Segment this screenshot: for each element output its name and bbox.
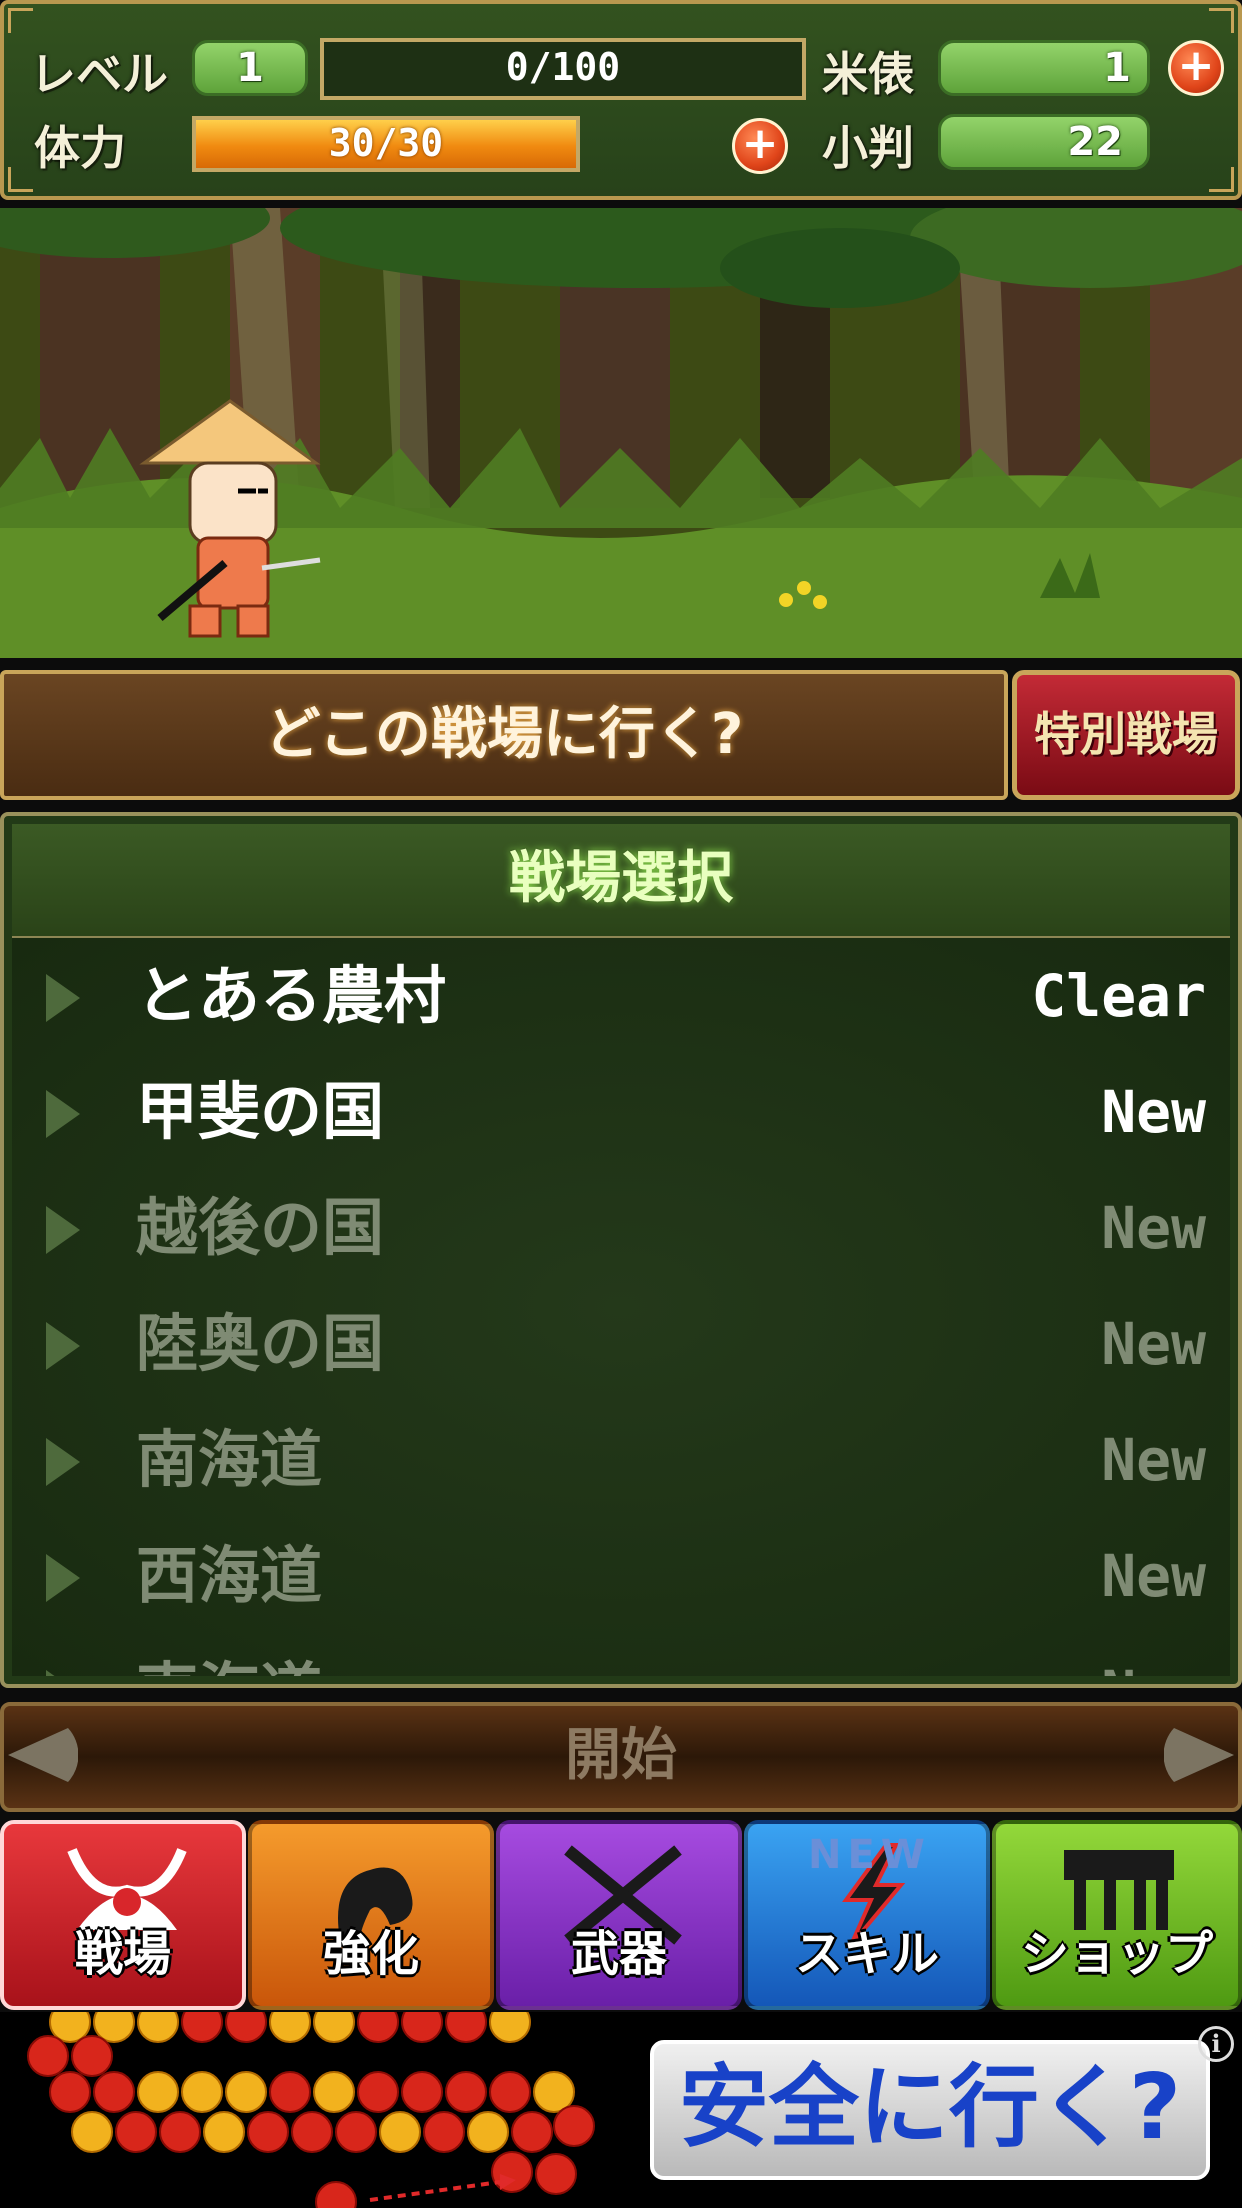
nav-battlefield[interactable]: 戦場: [0, 1820, 246, 2010]
stamina-label: 体力: [34, 121, 126, 175]
stage-name: 陸奥の国: [136, 1307, 385, 1380]
frame-corner: [8, 8, 33, 33]
nav-shop[interactable]: ショップ: [992, 1820, 1242, 2010]
stage-row: 越後の国 New: [12, 1170, 1230, 1286]
ad-call-to-action[interactable]: 安全に行く?: [650, 2040, 1210, 2180]
stage-status: New: [1101, 1078, 1206, 1146]
stage-select-panel: 戦場選択 とある農村 Clear 甲斐の国 New 越後の国 New 陸奥の国 …: [0, 812, 1242, 1688]
stage-row[interactable]: 甲斐の国 New: [12, 1054, 1230, 1170]
special-battlefield-button[interactable]: 特別戦場: [1012, 670, 1240, 800]
panel-title-bar: 戦場選択: [12, 824, 1230, 939]
ad-text: 安全に行く?: [678, 2055, 1182, 2160]
nav-weapons[interactable]: 武器: [496, 1820, 742, 2010]
level-value: 1: [192, 40, 308, 96]
stamina-bar: 30/30: [192, 116, 580, 172]
nav-label: 強化: [322, 1926, 419, 1982]
frame-corner: [1209, 8, 1234, 33]
stage-name: 西海道: [136, 1539, 323, 1612]
koban-value: 22: [938, 114, 1150, 170]
play-arrow-icon: [46, 1670, 80, 1676]
rice-label: 米俵: [822, 47, 914, 101]
ad-info-icon[interactable]: i: [1198, 2026, 1234, 2062]
play-arrow-icon: [46, 1554, 80, 1602]
add-rice-button[interactable]: +: [1168, 40, 1224, 96]
new-badge: NEW: [808, 1832, 931, 1878]
start-label: 開始: [565, 1723, 677, 1788]
ad-puzzle-artwork: [27, 2012, 595, 2208]
start-button[interactable]: 開始: [0, 1702, 1242, 1812]
exp-bar: 0/100: [320, 38, 806, 100]
nav-label: 武器: [570, 1926, 667, 1982]
stage-row: 南海道 New: [12, 1402, 1230, 1518]
play-arrow-icon: [46, 974, 80, 1022]
stage-name: 南海道: [136, 1423, 323, 1496]
stage-row: 東海道 New: [12, 1634, 1230, 1676]
stage-status: New: [1101, 1426, 1206, 1494]
stage-name: 東海道: [136, 1634, 322, 1676]
fan-ornament-icon: [1164, 1728, 1234, 1782]
stage-status: New: [1101, 1310, 1206, 1378]
play-arrow-icon: [46, 1322, 80, 1370]
destination-prompt: どこの戦場に行く?: [264, 702, 744, 767]
nav-label: 戦場: [74, 1926, 171, 1982]
special-battlefield-label: 特別戦場: [1034, 707, 1218, 761]
stage-name: 越後の国: [136, 1191, 385, 1264]
fan-ornament-icon: [8, 1728, 78, 1782]
add-stamina-button[interactable]: +: [732, 118, 788, 174]
stage-name: とある農村: [136, 959, 447, 1032]
play-arrow-icon: [46, 1438, 80, 1486]
status-header: レベル 1 0/100 米俵 1 + 体力 30/30 + 小判 22: [0, 0, 1242, 200]
nav-skills[interactable]: NEW スキル: [744, 1820, 990, 2010]
forest-scene: [0, 208, 1242, 658]
nav-upgrade[interactable]: 強化: [248, 1820, 494, 2010]
forest-background: [0, 208, 1242, 658]
stage-status: Clear: [1031, 962, 1206, 1030]
rice-value: 1: [938, 40, 1150, 96]
stage-status: New: [1101, 1542, 1206, 1610]
play-arrow-icon: [46, 1206, 80, 1254]
frame-corner: [1209, 167, 1234, 192]
nav-label: ショップ: [1020, 1926, 1213, 1982]
koban-label: 小判: [822, 121, 914, 175]
frame-corner: [8, 167, 33, 192]
stage-status: New: [1101, 1194, 1206, 1262]
stage-status: New: [1101, 1634, 1206, 1676]
nav-label: スキル: [794, 1926, 939, 1982]
level-label: レベル: [30, 47, 168, 101]
stage-row: 陸奥の国 New: [12, 1286, 1230, 1402]
destination-banner: どこの戦場に行く?: [0, 670, 1008, 800]
stage-list[interactable]: とある農村 Clear 甲斐の国 New 越後の国 New 陸奥の国 New 南…: [12, 938, 1230, 1676]
stage-row[interactable]: とある農村 Clear: [12, 938, 1230, 1054]
stage-name: 甲斐の国: [136, 1075, 385, 1148]
panel-title: 戦場選択: [509, 846, 733, 911]
stage-row: 西海道 New: [12, 1518, 1230, 1634]
play-arrow-icon: [46, 1090, 80, 1138]
